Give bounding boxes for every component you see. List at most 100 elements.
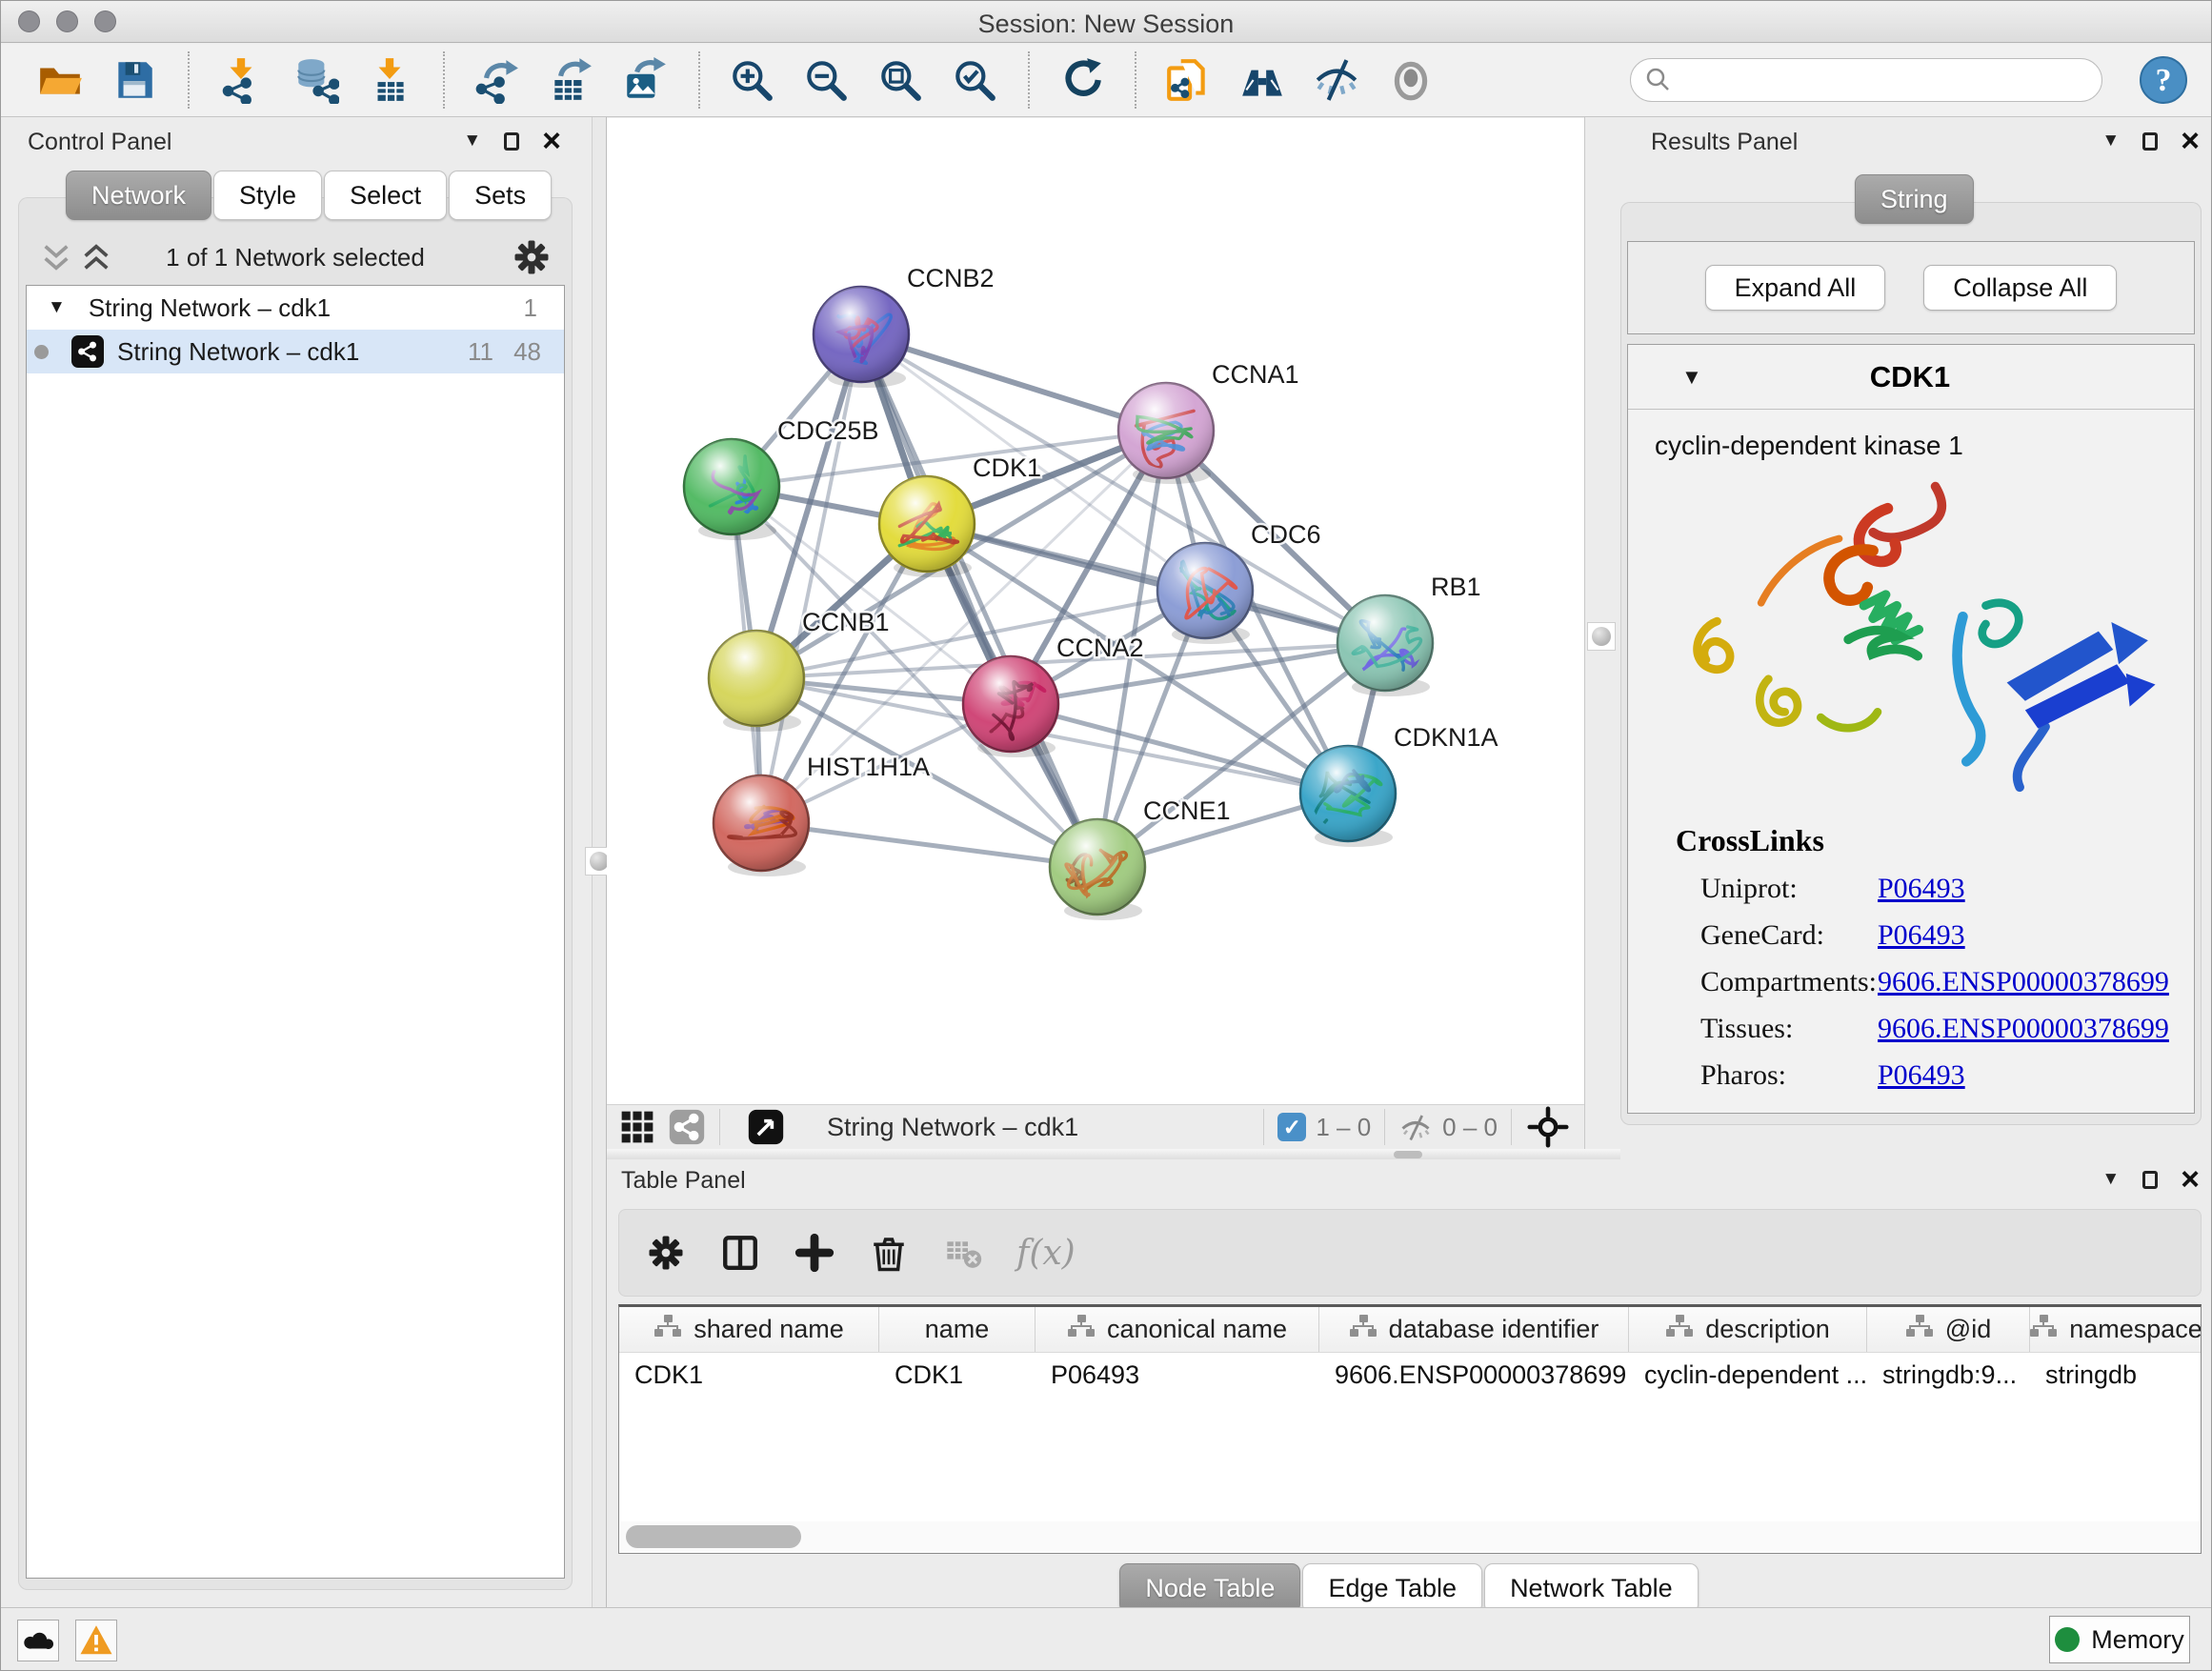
zoom-selected-button[interactable] [948, 53, 1001, 107]
save-session-button[interactable] [108, 53, 161, 107]
tab-network-table[interactable]: Network Table [1484, 1563, 1699, 1613]
detach-view-icon[interactable] [747, 1108, 785, 1146]
tree-expander-icon[interactable]: ▼ [48, 297, 66, 318]
zoom-fit-button[interactable] [874, 53, 927, 107]
hide-selected-button[interactable] [1310, 53, 1363, 107]
network-row-selected[interactable]: String Network – cdk1 11 48 [27, 330, 564, 373]
table-h-scrollbar[interactable] [620, 1521, 2200, 1552]
crosslink-link[interactable]: 9606.ENSP00000378699 [1878, 966, 2169, 998]
zoom-in-button[interactable] [725, 53, 778, 107]
tab-edge-table[interactable]: Edge Table [1302, 1563, 1482, 1613]
expand-all-button[interactable]: Expand All [1705, 265, 1886, 311]
tab-select[interactable]: Select [324, 171, 447, 220]
network-node-CCNE1[interactable] [1050, 819, 1145, 920]
right-splitter[interactable] [1584, 117, 1620, 1159]
column-header-databaseidentifier[interactable]: database identifier [1319, 1307, 1629, 1352]
horizontal-splitter-knob[interactable] [1394, 1151, 1422, 1158]
crosslink-link[interactable]: P06493 [1878, 919, 1965, 952]
import-network-button[interactable] [214, 53, 268, 107]
import-table-button[interactable] [363, 53, 416, 107]
import-table-icon [366, 56, 413, 104]
warnings-button[interactable] [75, 1620, 117, 1661]
panel-menu-icon[interactable]: ▼ [463, 131, 481, 151]
network-edge-CCNB2-HIST1H1A[interactable] [761, 334, 861, 823]
panel-float-icon[interactable] [504, 132, 519, 151]
network-collection-row[interactable]: ▼ String Network – cdk1 1 [27, 286, 564, 330]
network-node-CDK1[interactable] [879, 476, 975, 577]
left-splitter[interactable] [592, 117, 607, 1607]
column-header-name[interactable]: name [879, 1307, 1036, 1352]
table-cell[interactable]: 9606.ENSP00000378699 [1319, 1353, 1629, 1397]
column-header-canonicalname[interactable]: canonical name [1036, 1307, 1319, 1352]
collapse-all-button[interactable]: Collapse All [1923, 265, 2117, 311]
delete-column-button[interactable] [868, 1232, 910, 1274]
network-node-CDC6[interactable] [1157, 543, 1253, 644]
export-table-button[interactable] [544, 53, 597, 107]
network-node-CCNB1[interactable] [709, 631, 804, 732]
table-cell[interactable]: CDK1 [619, 1353, 879, 1397]
network-node-CCNA1[interactable] [1118, 383, 1214, 484]
network-node-RB1[interactable] [1337, 595, 1433, 696]
network-edge-CCNB2-CCNE1[interactable] [861, 334, 1097, 867]
show-eye-button[interactable] [1384, 53, 1438, 107]
memory-button[interactable]: Memory [2049, 1616, 2190, 1663]
panel-menu-icon[interactable]: ▼ [2101, 131, 2120, 151]
tab-node-table[interactable]: Node Table [1119, 1563, 1300, 1613]
grid-view-icon[interactable] [618, 1108, 656, 1146]
crosslink-link[interactable]: 9606.ENSP00000378699 [1878, 1013, 2169, 1045]
import-network-from-database-button[interactable] [289, 53, 342, 107]
tab-style[interactable]: Style [213, 171, 322, 220]
tab-sets[interactable]: Sets [449, 171, 552, 220]
select-columns-button[interactable] [719, 1232, 761, 1274]
column-header-namespace[interactable]: namespace [2030, 1307, 2202, 1352]
zoom-out-button[interactable] [799, 53, 853, 107]
show-hide-panel-button[interactable] [1236, 53, 1289, 107]
panel-menu-icon[interactable]: ▼ [2101, 1169, 2120, 1190]
scrollbar-thumb[interactable] [626, 1525, 801, 1548]
birds-eye-view-icon[interactable] [1527, 1106, 1569, 1148]
collapse-card-icon[interactable]: ▼ [1681, 365, 1702, 390]
table-settings-button[interactable] [645, 1232, 687, 1274]
toolbar-separator [1028, 51, 1030, 109]
tab-network[interactable]: Network [66, 171, 211, 220]
selected-checkbox-icon[interactable]: ✓ [1277, 1113, 1306, 1141]
cloud-status-button[interactable] [17, 1620, 59, 1661]
add-column-button[interactable] [794, 1232, 835, 1274]
help-button[interactable]: ? [2139, 55, 2188, 105]
panel-close-icon[interactable]: × [2181, 131, 2200, 151]
panel-float-icon[interactable] [2142, 1171, 2158, 1189]
open-session-button[interactable] [33, 53, 87, 107]
network-node-CDC25B[interactable] [684, 439, 779, 540]
column-header-description[interactable]: description [1629, 1307, 1867, 1352]
panel-close-icon[interactable]: × [542, 131, 561, 151]
table-cell[interactable]: P06493 [1036, 1353, 1319, 1397]
network-view[interactable]: CCNB2CCNA1CDC25BCDK1CDC6RB1CCNB1CCNA2CDK… [607, 118, 1584, 1104]
crosslink-row: GeneCard:P06493 [1700, 919, 2194, 952]
table-cell[interactable]: CDK1 [879, 1353, 1036, 1397]
panel-close-icon[interactable]: × [2181, 1170, 2200, 1189]
network-edge-HIST1H1A-CCNE1[interactable] [761, 823, 1097, 867]
table-cell[interactable]: cyclin-dependent ... [1629, 1353, 1867, 1397]
delete-table-button[interactable] [942, 1232, 984, 1274]
right-splitter-knob[interactable] [1587, 622, 1616, 651]
column-header-id[interactable]: @id [1867, 1307, 2030, 1352]
network-node-CDKN1A[interactable] [1300, 746, 1396, 847]
protein-card-header[interactable]: ▼ CDK1 [1628, 345, 2194, 410]
tab-string[interactable]: String [1855, 174, 1974, 224]
column-header-sharedname[interactable]: shared name [619, 1307, 879, 1352]
network-selection-status: 1 of 1 Network selected [18, 243, 573, 272]
crosslink-link[interactable]: P06493 [1878, 873, 1965, 905]
network-view-icon[interactable] [668, 1108, 706, 1146]
clone-network-button[interactable] [1161, 53, 1215, 107]
export-network-button[interactable] [470, 53, 523, 107]
export-image-button[interactable] [618, 53, 672, 107]
function-builder-button[interactable]: f(x) [1016, 1234, 1076, 1273]
apply-style-button[interactable] [1055, 53, 1108, 107]
table-cell[interactable]: stringdb:9... [1867, 1353, 2030, 1397]
table-cell[interactable]: stringdb [2030, 1353, 2202, 1397]
search-input[interactable] [1673, 66, 2073, 95]
network-node-HIST1H1A[interactable] [714, 775, 809, 876]
crosslink-link[interactable]: P06493 [1878, 1059, 1965, 1092]
panel-float-icon[interactable] [2142, 132, 2158, 151]
gear-icon[interactable] [512, 237, 552, 277]
